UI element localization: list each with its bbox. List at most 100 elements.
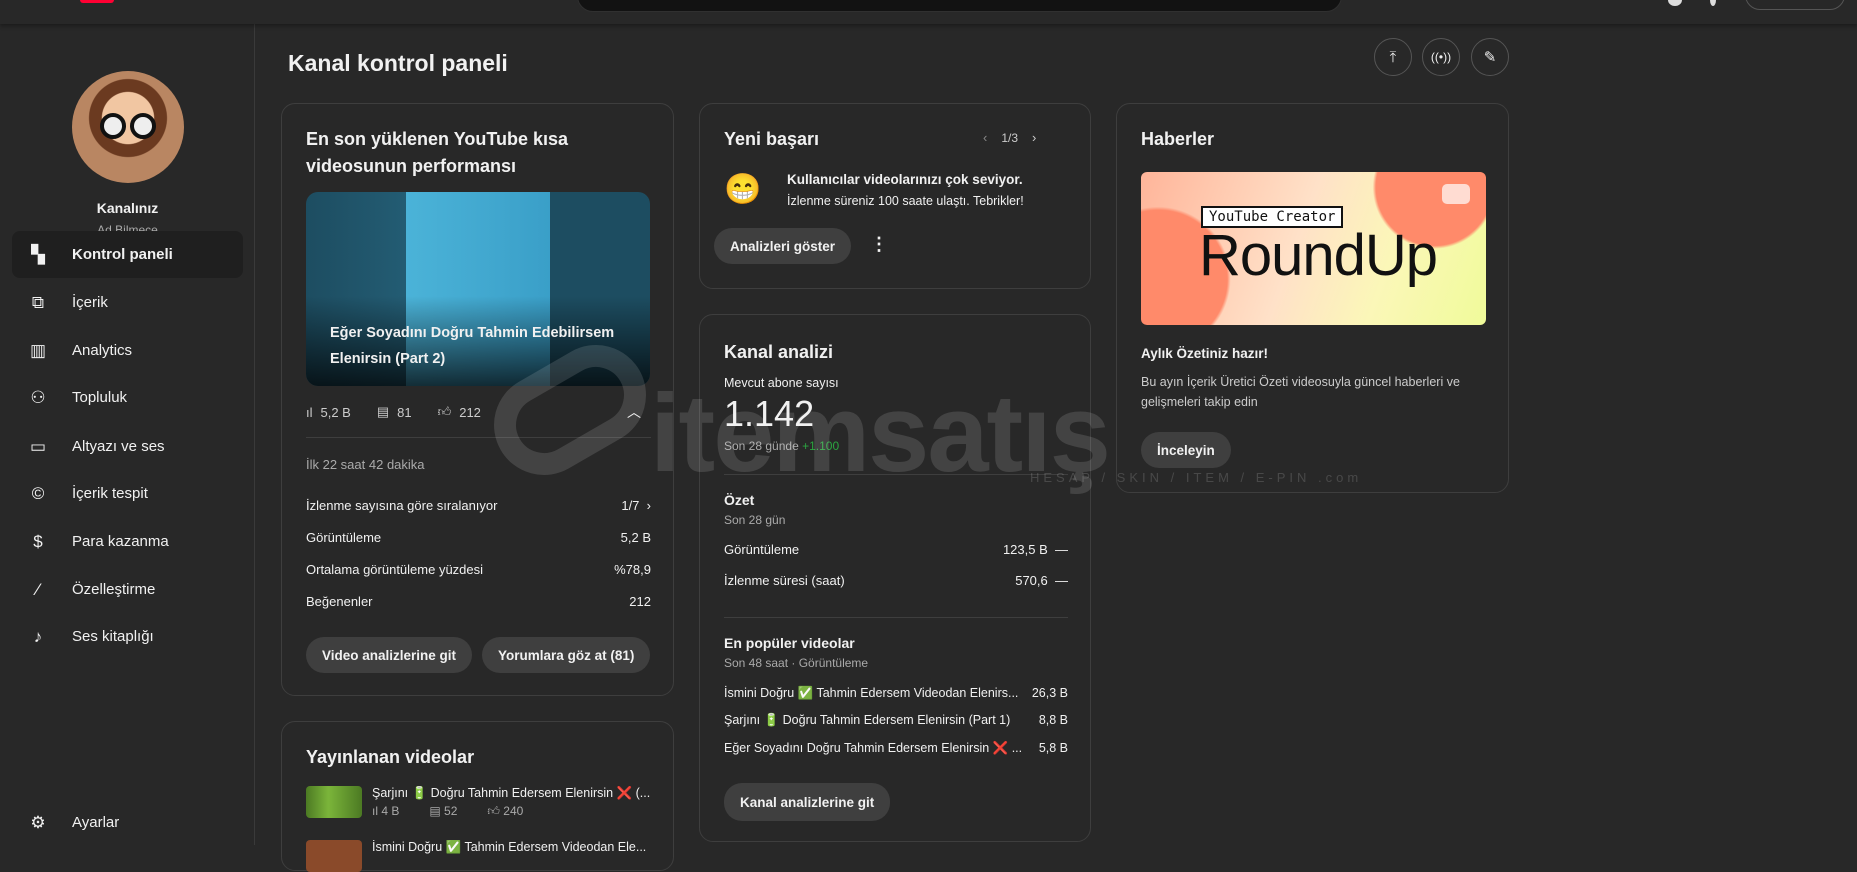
channel-analytics-button[interactable]: Kanal analizlerine git — [724, 783, 891, 821]
card-title: Yeni başarı — [724, 129, 820, 149]
likes-count: 212 — [459, 404, 481, 420]
sidebar-item-audio-library[interactable]: ♪ Ses kitaplığı — [12, 613, 243, 660]
video-analytics-button[interactable]: Video analizlerine git — [306, 637, 473, 673]
achievement-detail: İzlenme süreniz 100 saate ulaştı. Tebrik… — [787, 194, 1024, 208]
news-card: Haberler YouTube Creator RoundUp Aylık Ö… — [1116, 103, 1509, 493]
views-icon: ıl — [372, 804, 382, 818]
published-videos-card: Yayınlanan videolar Şarjını 🔋 Doğru Tahm… — [281, 721, 674, 872]
top-videos-title: En popüler videolar — [724, 635, 855, 651]
help-icon[interactable] — [1668, 0, 1682, 6]
comment-icon: ▤ — [376, 404, 390, 419]
sidebar-item-label: Analytics — [72, 342, 133, 359]
copyright-icon: © — [31, 483, 45, 503]
sidebar-item-content[interactable]: ⧉ İçerik — [12, 279, 243, 326]
card-title: Yayınlanan videolar — [306, 747, 475, 767]
explore-button[interactable]: İnceleyin — [1141, 432, 1231, 468]
content-icon: ⧉ — [31, 292, 45, 312]
comment-icon: ▤ — [429, 804, 445, 818]
news-image[interactable]: YouTube Creator RoundUp — [1141, 172, 1486, 325]
sidebar-item-copyright[interactable]: © İçerik tespit — [12, 470, 243, 517]
summary-row: İzlenme süresi (saat) 570,6 — — [724, 573, 1068, 588]
upload-icon: ⤒ — [1389, 48, 1397, 66]
comments-count: 81 — [397, 404, 412, 420]
sidebar-item-settings[interactable]: ⚙ Ayarlar — [12, 799, 243, 846]
sidebar-item-subtitles[interactable]: ▭ Altyazı ve ses — [12, 423, 243, 470]
dashboard-icon: ▚ — [31, 244, 45, 264]
avatar[interactable] — [72, 71, 184, 183]
sidebar-item-community[interactable]: ⚇ Topluluk — [12, 374, 243, 421]
metric-row: Görüntüleme 5,2 B — [306, 530, 651, 545]
subs-period: Son 28 günde — [724, 439, 799, 453]
comments-count: ▤ 52 — [429, 804, 458, 818]
video-title[interactable]: İsmini Doğru ✅ Tahmin Edersem Videodan E… — [372, 840, 652, 855]
sidebar-item-analytics[interactable]: ▥ Analytics — [12, 327, 243, 374]
top-videos-period: Son 48 saat · Görüntüleme — [724, 656, 869, 670]
community-icon: ⚇ — [30, 387, 46, 407]
achievement-headline: Kullanıcılar videolarınızı çok seviyor. — [787, 172, 1023, 187]
subs-count: 1.142 — [724, 393, 815, 434]
views-icon: ıl — [306, 404, 313, 420]
news-headline: Aylık Özetiniz hazır! — [1141, 346, 1269, 361]
sidebar-item-customization[interactable]: ⁄ Özelleştirme — [12, 566, 243, 613]
sidebar-item-label: Özelleştirme — [72, 581, 156, 598]
summary-title: Özet — [724, 492, 755, 508]
notifications-icon[interactable] — [1710, 0, 1716, 6]
channel-analytics-card: Kanal analizi Mevcut abone sayısı 1.142 … — [699, 314, 1091, 842]
page-title: Kanal kontrol paneli — [288, 50, 508, 76]
live-icon: ((•)) — [1430, 50, 1452, 64]
top-video-row[interactable]: Eğer Soyadını Doğru Tahmin Edersem Eleni… — [724, 741, 1068, 756]
chevron-right-icon[interactable]: › — [643, 498, 651, 513]
sidebar-item-label: Ses kitaplığı — [72, 628, 154, 645]
period-label: İlk 22 saat 42 dakika — [306, 457, 425, 472]
sort-page: 1/7 — [621, 498, 640, 513]
video-thumbnail[interactable] — [306, 786, 362, 818]
image-title: RoundUp — [1199, 223, 1438, 288]
grinning-emoji-icon: 😁 — [724, 173, 762, 206]
watermark-tagline: HESAP / SKIN / ITEM / E-PIN .com — [1030, 470, 1363, 485]
summary-period: Son 28 gün — [724, 513, 786, 527]
card-title: En son yüklenen YouTube kısa videosunun … — [306, 129, 569, 176]
gear-icon: ⚙ — [30, 812, 46, 832]
youtube-logo[interactable] — [80, 0, 114, 3]
top-bar — [0, 0, 1857, 24]
top-video-row[interactable]: İsmini Doğru ✅ Tahmin Edersem Videodan E… — [724, 686, 1068, 701]
edit-icon: ✎ — [1483, 49, 1497, 66]
metric-row: Beğenenler 212 — [306, 594, 651, 609]
like-icon: 👍︎ — [487, 804, 504, 818]
create-button[interactable] — [1745, 0, 1845, 10]
sort-label: İzlenme sayısına göre sıralanıyor — [306, 498, 498, 513]
sidebar-item-label: Ayarlar — [72, 814, 120, 831]
card-title: Haberler — [1141, 129, 1215, 149]
chevron-right-icon[interactable]: › — [1032, 130, 1036, 145]
show-analytics-button[interactable]: Analizleri göster — [714, 228, 852, 264]
sidebar-item-label: İçerik tespit — [72, 485, 148, 502]
summary-row: Görüntüleme 123,5 B — — [724, 542, 1068, 557]
view-comments-button[interactable]: Yorumlara göz at (81) — [482, 637, 651, 673]
pager: 1/3 — [1001, 130, 1019, 145]
like-icon: 👍︎ — [437, 404, 452, 419]
audio-library-icon: ♪ — [33, 626, 43, 646]
search-input[interactable] — [577, 0, 1342, 12]
views-count: ıl 4 B — [372, 804, 400, 818]
chevron-left-icon[interactable]: ‹ — [983, 130, 987, 145]
play-icon — [1442, 184, 1470, 204]
metric-row: Ortalama görüntüleme yüzdesi %78,9 — [306, 562, 651, 577]
sidebar-item-label: Para kazanma — [72, 533, 169, 550]
video-title[interactable]: Şarjını 🔋 Doğru Tahmin Edersem Elenirsin… — [372, 786, 652, 801]
sidebar-item-dashboard[interactable]: ▚ Kontrol paneli — [12, 231, 243, 278]
sidebar-item-monetization[interactable]: $ Para kazanma — [12, 518, 243, 565]
more-options-icon[interactable]: ⋮ — [870, 234, 888, 255]
go-live-button[interactable]: ((•)) — [1422, 38, 1460, 76]
sort-row[interactable]: İzlenme sayısına göre sıralanıyor 1/7 › — [306, 498, 651, 513]
subs-delta: +1.100 — [802, 439, 840, 453]
sidebar-item-label: Topluluk — [72, 389, 128, 406]
sidebar-item-label: Altyazı ve ses — [72, 438, 165, 455]
achievement-card: Yeni başarı ‹ 1/3 › 😁 Kullanıcılar video… — [699, 103, 1091, 289]
top-video-row[interactable]: Şarjını 🔋 Doğru Tahmin Edersem Elenirsin… — [724, 713, 1068, 728]
sidebar: Kanalınız Ad Bilmece ▚ Kontrol paneli ⧉ İç… — [0, 24, 255, 845]
views-count: 5,2 B — [320, 404, 351, 420]
likes-count: 👍︎ 240 — [487, 804, 524, 818]
upload-button[interactable]: ⤒ — [1374, 38, 1412, 76]
create-post-button[interactable]: ✎ — [1471, 38, 1509, 76]
analytics-icon: ▥ — [29, 340, 47, 360]
